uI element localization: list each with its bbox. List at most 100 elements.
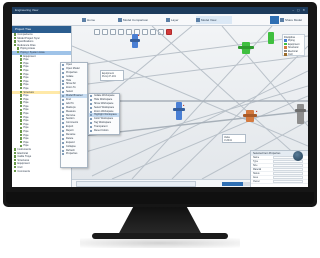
tree-item-label: Pipe — [23, 76, 29, 80]
menu-item-icon — [90, 106, 92, 109]
menu-item-label: Properties — [66, 70, 78, 74]
menu-item-label: Isolate Workspace — [94, 94, 115, 97]
tree-item-label: Cable Trays — [17, 155, 32, 159]
menu-item-label: Show Workspace — [94, 101, 114, 105]
share-icon[interactable] — [270, 16, 279, 24]
tree-item-label: Pipe — [23, 144, 29, 148]
menu-item-icon — [90, 110, 92, 113]
equipment-tag-icon: ■ — [183, 105, 185, 107]
property-row: Owner — [251, 180, 308, 184]
equipment-green-flange — [238, 46, 254, 49]
menu-item[interactable]: Properties — [61, 152, 87, 156]
legend-swatch — [284, 53, 287, 56]
monitor-chin — [6, 192, 314, 204]
tree-item-label: Comments — [17, 169, 30, 173]
menu-item-icon — [62, 145, 64, 148]
tab-home[interactable]: Home — [82, 16, 116, 24]
menu-item-icon — [62, 137, 64, 140]
menu-item-icon — [90, 130, 92, 133]
menu-item-label: Open — [66, 63, 73, 66]
screen: Engineering View – ▢ ✕ Home Model Compar… — [12, 7, 308, 187]
tree-item-label: Comparisons — [17, 33, 33, 36]
property-value-field[interactable] — [273, 176, 303, 179]
menu-item-label: Markups — [66, 105, 76, 109]
menu-item-icon — [62, 126, 64, 129]
menu-item-icon — [62, 134, 64, 137]
tree-item-label: Pipe — [23, 101, 29, 105]
menu-item-label: Show All — [66, 82, 76, 86]
menu-item-label: Add To — [66, 101, 74, 105]
bottom-panel-tab[interactable] — [76, 181, 196, 187]
window-controls[interactable]: – ▢ ✕ — [292, 7, 306, 14]
menu-item-icon — [90, 118, 92, 121]
menu-item-label: Tag Workspace — [94, 121, 112, 125]
menu-item-label: Refresh — [66, 148, 75, 152]
tab-label: Model View — [201, 18, 217, 22]
menu-item-icon — [62, 91, 64, 94]
tree-item-label: Pipe — [23, 112, 29, 116]
equipment-tag-icon: ■ — [256, 111, 258, 113]
menu-item-icon — [90, 95, 92, 97]
menu-item-label: Export — [66, 125, 74, 129]
progress-bar — [222, 182, 252, 186]
menu-item-icon — [62, 102, 64, 105]
context-submenu: Isolate Workspace Hide Workspace Show Work… — [88, 93, 120, 135]
menu-item[interactable]: Reset Colors — [89, 129, 119, 133]
menu-item-label: Report — [66, 129, 74, 133]
menu-item-icon — [62, 67, 64, 70]
tree-item-label: Instruments — [17, 148, 31, 151]
property-label: Owner — [253, 181, 260, 183]
property-value-field[interactable] — [273, 164, 303, 167]
menu-item-label: Measure — [66, 109, 76, 113]
tab-label: Model Comparison — [123, 18, 149, 22]
monitor-foot — [92, 233, 228, 239]
home-icon — [82, 18, 86, 22]
tree-item-label: Piping Areas — [20, 47, 35, 51]
tab-model-comparison[interactable]: Model Comparison — [118, 16, 162, 24]
menu-item-icon — [90, 126, 92, 129]
cube-icon — [196, 18, 200, 22]
tree-item-label: Pipe — [23, 58, 29, 62]
context-menu-items: Open Open Model Properties Isolate Hide Show … — [61, 63, 87, 156]
object-tooltip: Equipment Pump P-101 — [100, 70, 124, 81]
tab-label: Home — [87, 18, 96, 22]
tab-model-view[interactable]: Model View — [196, 16, 232, 24]
menu-item-icon — [90, 102, 92, 105]
tree-item-label: Pipe — [23, 68, 29, 72]
tab-layer[interactable]: Layer — [166, 16, 192, 24]
menu-item-icon — [62, 87, 64, 90]
share-label: Share Model — [285, 18, 303, 22]
menu-item-label: Collapse — [66, 144, 76, 148]
menu-item-label: Zoom To — [66, 86, 76, 90]
legend-swatch — [284, 39, 287, 42]
equipment-blue[interactable] — [176, 102, 182, 120]
menu-item-label: Section — [66, 117, 75, 121]
property-value-field[interactable] — [273, 168, 303, 171]
property-value-field[interactable] — [273, 172, 303, 175]
menu-item-icon — [62, 64, 64, 66]
menu-item-icon — [90, 98, 92, 101]
progress-fill — [222, 182, 243, 186]
tree-item-label: Civil — [17, 165, 23, 169]
tree-item-label: Pipe — [23, 126, 29, 130]
menu-item-label: Color Workspace — [94, 117, 114, 121]
equipment-green[interactable] — [268, 32, 274, 44]
menu-item-label: Hide — [66, 78, 72, 82]
menu-item-label: Properties — [66, 152, 78, 156]
property-value-field[interactable] — [273, 180, 303, 183]
menu-item-icon — [62, 141, 64, 144]
tree-item[interactable]: Comments — [12, 170, 71, 174]
legend-rows: Piping Equipment Structural Electrical Civil — [283, 39, 304, 57]
context-submenu-items: Isolate Workspace Hide Workspace Show Work… — [89, 94, 119, 133]
tab-label: Layer — [171, 18, 179, 22]
project-tree-title: Project Tree — [12, 26, 71, 33]
menu-item-label: Comments — [66, 121, 79, 125]
equipment-gray[interactable] — [297, 104, 304, 124]
menu-item-label: Highlight Workspace — [94, 113, 117, 117]
navigation-compass-icon[interactable] — [293, 151, 303, 161]
menu-item-label: Find — [66, 98, 71, 102]
menu-item-icon — [62, 106, 64, 109]
callout-line: V-2041 — [224, 139, 232, 142]
layer-icon — [166, 18, 170, 22]
share-model-button[interactable]: Share Model — [280, 16, 306, 24]
